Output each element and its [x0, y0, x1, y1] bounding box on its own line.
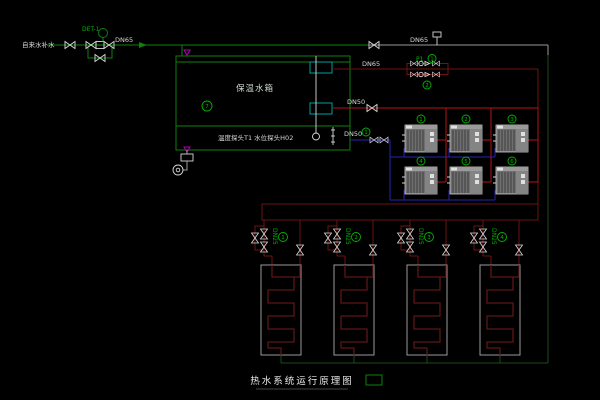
unit-badge-2: 2 [462, 115, 470, 123]
makeup-water-label: 自来水补水 [22, 40, 55, 49]
branch-dn-label-2: DN25 [344, 228, 351, 245]
heatpump-unit-2 [447, 125, 482, 152]
return-badge: 1 [362, 128, 370, 136]
tank-drain-assembly [173, 147, 193, 175]
svg-text:6: 6 [510, 159, 514, 165]
svg-text:1: 1 [430, 57, 434, 63]
pressure-gauge-icon [99, 29, 108, 42]
tank-sensors-label: 温度探头T1 水位探头H02 [218, 133, 293, 142]
level-gauge-icon [331, 127, 335, 145]
svg-text:3: 3 [427, 235, 431, 241]
vent-line: DN65 [369, 32, 548, 55]
dn65-vent-label: DN65 [410, 36, 428, 44]
drain-pump-icon [173, 165, 183, 175]
cad-canvas: 自来水补水 DET-1 DN65 DN65 7 [0, 0, 600, 400]
heatpump-unit-1 [402, 125, 437, 152]
drain-box-icon [181, 154, 193, 161]
coil-tank-2 [334, 265, 374, 355]
coil-tank-1 [261, 265, 301, 355]
meter-bypass-pipe [88, 45, 112, 58]
dn50-return-label: DN50 [344, 130, 362, 138]
tank-branches: 1 2 3 4 DN25 DN25 DN25 DN25 [252, 220, 523, 265]
branch-badge-4: 4 [498, 233, 507, 242]
title-stamp-icon [366, 375, 382, 385]
coil-tank-3 [407, 265, 447, 355]
svg-text:5: 5 [464, 159, 468, 165]
storage-tank: 7 保温水箱 温度探头T1 水位探头H02 [176, 56, 350, 150]
pump-tag-label: P1 [416, 56, 424, 63]
drawing-title-block: 热水系统运行原理图 [250, 375, 382, 389]
unit-badge-1: 1 [417, 115, 425, 123]
coil-tanks [261, 265, 520, 355]
schematic-drawing: 自来水补水 DET-1 DN65 DN65 7 [0, 0, 600, 400]
svg-text:1: 1 [419, 117, 423, 123]
tank-name-label: 保温水箱 [236, 83, 274, 94]
svg-text:2: 2 [354, 235, 358, 241]
branch-badge-1: 1 [279, 233, 288, 242]
heatpump-unit-4 [402, 167, 437, 194]
branch-dn-label-4: DN25 [490, 228, 497, 245]
tank-badge: 7 [202, 101, 212, 111]
unit-badge-3: 3 [508, 115, 516, 123]
svg-text:1: 1 [281, 235, 285, 241]
dn65-pump-label: DN65 [362, 60, 380, 68]
coil-manifold [262, 204, 538, 220]
tank-nozzle-top-icon [310, 62, 332, 73]
branch-dn-label-1: DN25 [271, 228, 278, 245]
pump-badge-top: 1 [428, 55, 436, 63]
branch-badge-3: 3 [425, 233, 434, 242]
level-symbol-top-icon [184, 50, 190, 55]
drawing-title: 热水系统运行原理图 [250, 375, 354, 387]
unit-badge-4: 4 [417, 157, 425, 165]
svg-text:2: 2 [425, 83, 429, 89]
branch-badge-2: 2 [352, 233, 361, 242]
tank-nozzle-bottom-icon [310, 103, 332, 114]
svg-text:2: 2 [464, 117, 468, 123]
unit-badge-5: 5 [462, 157, 470, 165]
heatpump-unit-6 [493, 167, 528, 194]
svg-text:1: 1 [364, 130, 368, 136]
temperature-probe-icon [313, 56, 320, 140]
pump-badge-bottom: 2 [423, 81, 431, 89]
coil-tank-4 [480, 265, 520, 355]
svg-text:4: 4 [500, 235, 504, 241]
dn50-supply-label: DN50 [347, 98, 365, 106]
flow-arrow-icon [139, 42, 147, 48]
unit-badge-6: 6 [508, 157, 516, 165]
svg-text:3: 3 [510, 117, 514, 123]
air-vent-icon [433, 32, 441, 45]
svg-text:7: 7 [205, 104, 209, 110]
svg-text:4: 4 [419, 159, 423, 165]
heatpump-units: 1 2 3 4 5 6 [402, 115, 528, 194]
heatpump-unit-5 [447, 167, 482, 194]
dn65-inlet-label: DN65 [115, 36, 133, 44]
meter-tag-label: DET-1 [82, 26, 100, 33]
branch-dn-label-3: DN25 [417, 228, 424, 245]
heatpump-unit-3 [493, 125, 528, 152]
